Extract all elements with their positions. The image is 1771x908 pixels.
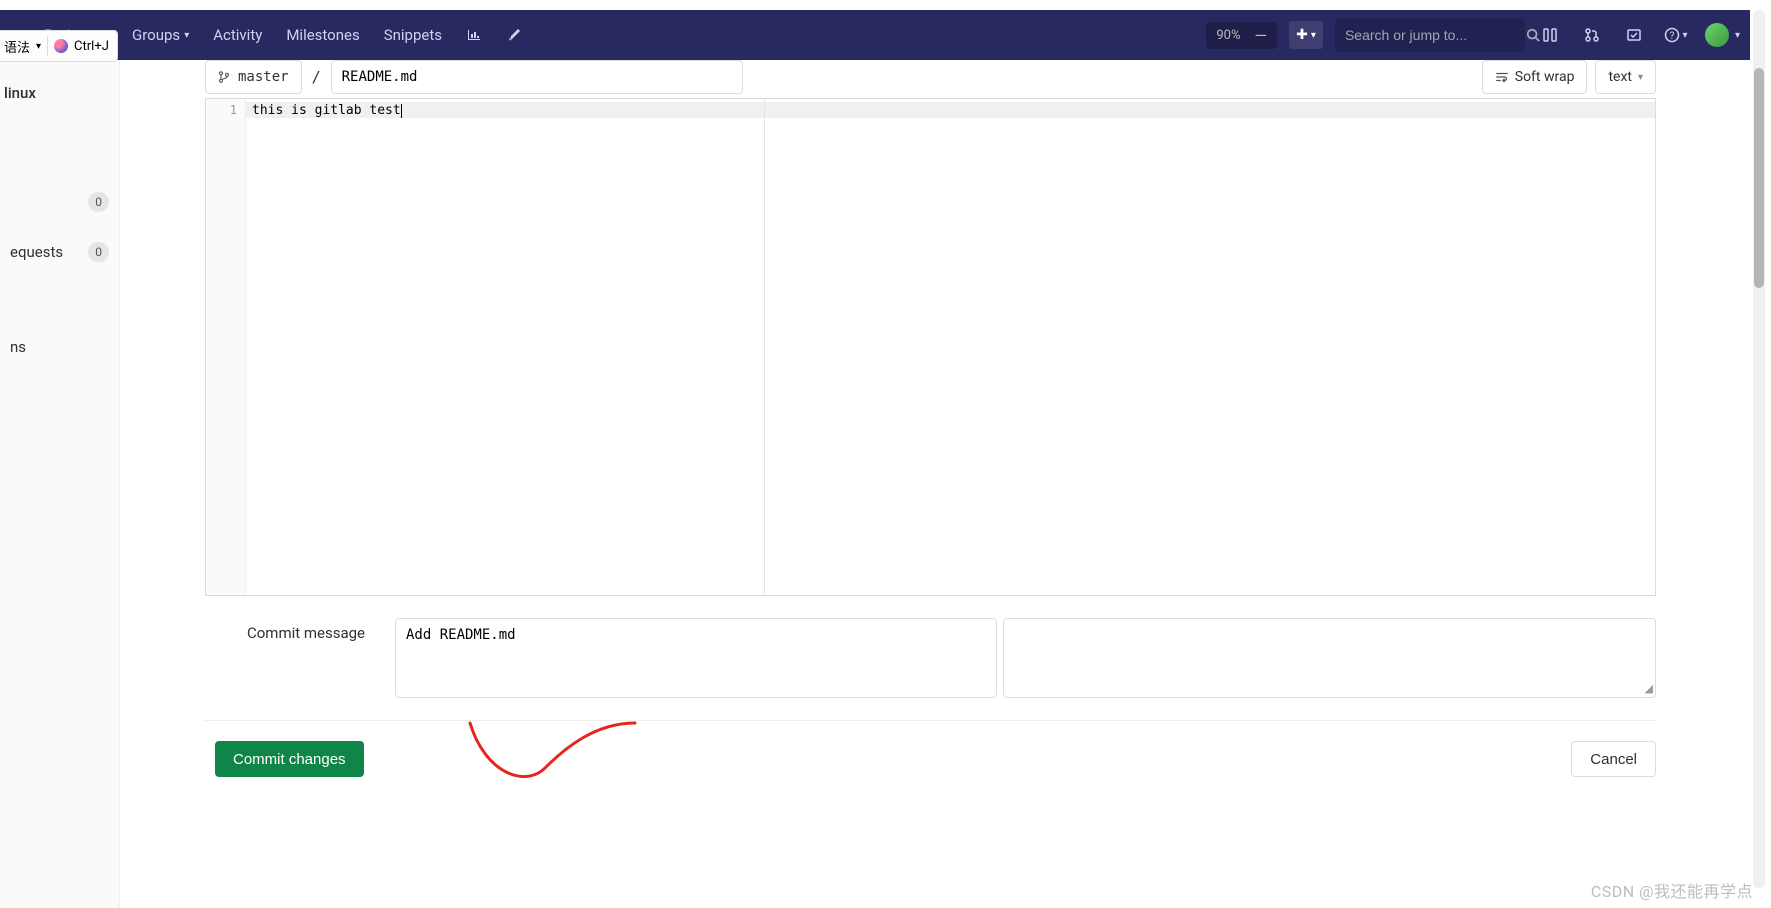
chevron-down-icon: ▾ xyxy=(1311,30,1316,41)
code-editor[interactable]: 1 this is gitlab test xyxy=(205,98,1656,596)
help-icon[interactable]: ? ▾ xyxy=(1659,18,1693,52)
page-scrollbar[interactable] xyxy=(1753,10,1765,888)
sidebar-item-label: equests xyxy=(10,243,63,261)
ime-overlay[interactable]: 语法 ▾ Ctrl+J xyxy=(0,30,118,62)
nav-snippets[interactable]: Snippets xyxy=(372,18,454,52)
chevron-down-icon: ▾ xyxy=(1735,30,1740,41)
count-badge: 0 xyxy=(88,242,109,262)
editor-panel: master / Soft wrap text ▾ 1 this is gitl… xyxy=(205,60,1656,908)
issues-icon[interactable] xyxy=(1533,18,1567,52)
editor-gutter: 1 xyxy=(206,99,246,595)
zoom-control[interactable]: 90% — xyxy=(1206,22,1277,49)
softwrap-toggle[interactable]: Soft wrap xyxy=(1482,60,1588,94)
plus-icon: ✚ xyxy=(1296,27,1308,43)
nav-analytics-icon[interactable] xyxy=(454,19,494,51)
watermark: CSDN @我还能再学点 xyxy=(1591,878,1753,902)
nav-admin-icon[interactable] xyxy=(494,19,534,51)
top-navbar: Projects ▾ Groups ▾ Activity Milestones … xyxy=(0,10,1750,60)
nav-groups-label: Groups xyxy=(132,26,180,44)
merge-requests-icon[interactable] xyxy=(1575,18,1609,52)
line-number: 1 xyxy=(206,103,237,117)
text-cursor xyxy=(401,104,402,118)
commit-message-row: Commit message ◢ xyxy=(205,618,1656,698)
commit-changes-button[interactable]: Commit changes xyxy=(215,741,364,777)
sidebar-project-title[interactable]: linux xyxy=(0,74,119,112)
new-dropdown[interactable]: ✚ ▾ xyxy=(1289,21,1323,49)
branch-selector[interactable]: master xyxy=(205,60,302,94)
scrollbar-thumb[interactable] xyxy=(1754,68,1764,288)
todos-icon[interactable] xyxy=(1617,18,1651,52)
search-input[interactable] xyxy=(1345,27,1526,43)
filetype-select[interactable]: text ▾ xyxy=(1595,60,1656,94)
chevron-down-icon: ▾ xyxy=(1638,72,1643,83)
nav-groups[interactable]: Groups ▾ xyxy=(120,18,201,52)
svg-text:?: ? xyxy=(1670,31,1675,42)
editor-split-line xyxy=(764,99,765,595)
commit-message-input[interactable] xyxy=(395,618,997,698)
chevron-down-icon: ▾ xyxy=(1682,30,1687,41)
project-sidebar: linux 0 equests 0 ns xyxy=(0,60,120,908)
branch-icon xyxy=(218,70,230,84)
copilot-icon xyxy=(54,39,68,53)
commit-message-label: Commit message xyxy=(205,618,365,698)
chevron-down-icon: ▾ xyxy=(36,41,41,52)
filename-input[interactable] xyxy=(331,60,743,94)
resize-handle-icon[interactable]: ◢ xyxy=(1645,682,1653,695)
ime-mode-label: 语法 xyxy=(4,37,30,56)
nav-snippets-label: Snippets xyxy=(384,26,442,44)
sidebar-item-issues[interactable]: 0 xyxy=(0,182,119,222)
branch-name: master xyxy=(238,69,289,85)
nav-milestones-label: Milestones xyxy=(286,26,359,44)
divider xyxy=(205,720,1656,721)
cancel-button[interactable]: Cancel xyxy=(1571,741,1656,777)
file-header: master / Soft wrap text ▾ xyxy=(205,60,1656,94)
zoom-percent: 90% xyxy=(1216,28,1240,43)
user-avatar[interactable] xyxy=(1705,23,1729,47)
editor-body[interactable]: this is gitlab test xyxy=(246,99,1655,595)
zoom-minus-icon[interactable]: — xyxy=(1254,26,1267,45)
count-badge: 0 xyxy=(88,192,109,212)
filetype-label: text xyxy=(1608,69,1632,85)
softwrap-label: Soft wrap xyxy=(1515,69,1575,85)
nav-activity-label: Activity xyxy=(213,26,262,44)
wrap-icon xyxy=(1495,70,1509,84)
sidebar-item-merge-requests[interactable]: equests 0 xyxy=(0,232,119,272)
nav-activity[interactable]: Activity xyxy=(201,18,274,52)
sidebar-item-operations[interactable]: ns xyxy=(0,328,119,366)
ime-shortcut-label: Ctrl+J xyxy=(74,39,109,54)
global-search[interactable] xyxy=(1335,18,1525,52)
sidebar-item-label: ns xyxy=(10,338,26,356)
editor-line-text: this is gitlab test xyxy=(252,103,401,118)
nav-milestones[interactable]: Milestones xyxy=(274,18,371,52)
action-row: Commit changes Cancel xyxy=(205,741,1656,777)
chevron-down-icon: ▾ xyxy=(184,30,189,41)
commit-message-extra[interactable]: ◢ xyxy=(1003,618,1656,698)
path-separator: / xyxy=(312,68,321,86)
